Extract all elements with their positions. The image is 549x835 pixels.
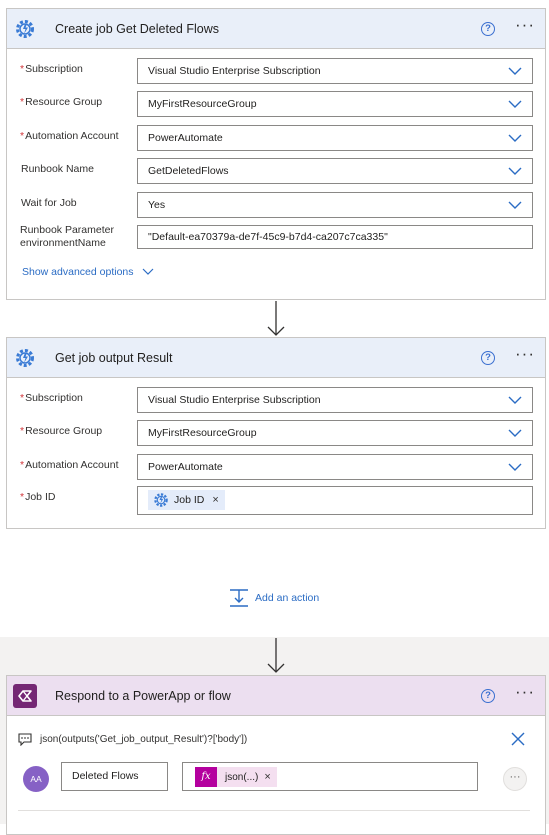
resource-group-dropdown[interactable]: MyFirstResourceGroup: [137, 420, 533, 446]
card-title: Create job Get Deleted Flows: [55, 22, 219, 36]
chevron-down-icon: [508, 201, 522, 209]
chevron-down-icon: [508, 429, 522, 437]
arrow-down-icon: [267, 638, 285, 673]
expression-token-label: json(...): [225, 771, 259, 783]
chevron-down-icon: [508, 67, 522, 75]
automation-account-label: *Automation Account: [20, 130, 119, 142]
chevron-down-icon: [508, 396, 522, 404]
help-icon[interactable]: ?: [481, 689, 495, 703]
runbook-name-label: Runbook Name: [21, 163, 94, 175]
resource-group-row: *Resource Group MyFirstResourceGroup: [7, 91, 547, 117]
job-id-row: *Job ID Job ID ×: [7, 486, 547, 515]
remove-token-icon[interactable]: ×: [264, 771, 276, 783]
automation-gear-icon: [154, 493, 168, 507]
expression-text: json(outputs('Get_job_output_Result')?['…: [40, 734, 248, 745]
card-header[interactable]: Create job Get Deleted Flows ? ···: [7, 9, 545, 49]
job-id-label: *Job ID: [20, 491, 56, 503]
help-icon[interactable]: ?: [481, 351, 495, 365]
automation-account-dropdown[interactable]: PowerAutomate: [137, 454, 533, 480]
resource-group-dropdown[interactable]: MyFirstResourceGroup: [137, 91, 533, 117]
add-an-action-button[interactable]: Add an action: [229, 588, 319, 608]
row-options-button[interactable]: ···: [503, 767, 527, 791]
job-id-token[interactable]: Job ID ×: [148, 490, 225, 510]
runbook-name-row: Runbook Name GetDeletedFlows: [7, 158, 547, 184]
add-action-icon: [230, 589, 248, 607]
card-header[interactable]: Respond to a PowerApp or flow ? ···: [7, 676, 545, 716]
more-options-icon[interactable]: ···: [513, 16, 537, 41]
resource-group-label: *Resource Group: [20, 425, 103, 437]
resource-group-row: *Resource Group MyFirstResourceGroup: [7, 420, 547, 446]
resource-group-label: *Resource Group: [20, 96, 103, 108]
card-get-job-output: Get job output Result ? ··· *Subscriptio…: [6, 337, 546, 529]
card-create-job: Create job Get Deleted Flows ? ··· *Subs…: [6, 8, 546, 300]
subscription-row: *Subscription Visual Studio Enterprise S…: [7, 58, 547, 84]
automation-account-dropdown[interactable]: PowerAutomate: [137, 125, 533, 151]
help-icon[interactable]: ?: [481, 22, 495, 36]
automation-gear-icon: [13, 346, 37, 370]
card-title: Get job output Result: [55, 351, 173, 365]
wait-for-job-row: Wait for Job Yes: [7, 192, 547, 218]
chevron-down-icon: [508, 100, 522, 108]
subscription-row: *Subscription Visual Studio Enterprise S…: [7, 387, 547, 413]
card-header[interactable]: Get job output Result ? ···: [7, 338, 545, 378]
runbook-parameter-row: Runbook Parameter environmentName "Defau…: [7, 224, 547, 249]
automation-gear-icon: [13, 17, 37, 41]
subscription-dropdown[interactable]: Visual Studio Enterprise Subscription: [137, 387, 533, 413]
environment-name-input[interactable]: "Default-ea70379a-de7f-45c9-b7d4-ca207c7…: [137, 225, 533, 249]
close-icon[interactable]: [510, 731, 526, 747]
wait-for-job-dropdown[interactable]: Yes: [137, 192, 533, 218]
output-name-input[interactable]: Deleted Flows: [61, 762, 168, 791]
job-id-token-label: Job ID: [174, 494, 205, 506]
card-title: Respond to a PowerApp or flow: [55, 689, 231, 703]
show-advanced-options-link[interactable]: Show advanced options: [22, 266, 154, 278]
expression-token[interactable]: fx json(...) ×: [195, 767, 277, 787]
runbook-name-dropdown[interactable]: GetDeletedFlows: [137, 158, 533, 184]
chevron-down-icon: [142, 268, 154, 276]
powerapps-icon: [13, 684, 37, 708]
add-an-action-label: Add an action: [255, 592, 320, 604]
automation-account-label: *Automation Account: [20, 459, 119, 471]
automation-account-row: *Automation Account PowerAutomate: [7, 125, 547, 151]
divider: [18, 810, 530, 811]
arrow-down-icon: [267, 301, 285, 336]
runbook-parameter-label: Runbook Parameter environmentName: [20, 224, 114, 249]
subscription-label: *Subscription: [20, 63, 83, 75]
wait-for-job-label: Wait for Job: [21, 197, 77, 209]
card-respond-to-powerapp: Respond to a PowerApp or flow ? ···: [6, 675, 546, 835]
fx-icon: fx: [195, 767, 217, 787]
more-options-icon[interactable]: ···: [513, 345, 537, 370]
comment-icon: [18, 733, 32, 746]
expression-row: json(outputs('Get_job_output_Result')?['…: [18, 733, 538, 746]
subscription-label: *Subscription: [20, 392, 83, 404]
job-id-input[interactable]: Job ID ×: [137, 486, 533, 515]
chevron-down-icon: [508, 463, 522, 471]
chevron-down-icon: [508, 167, 522, 175]
text-output-avatar: AA: [23, 766, 49, 792]
output-value-input[interactable]: fx json(...) ×: [182, 762, 478, 791]
subscription-dropdown[interactable]: Visual Studio Enterprise Subscription: [137, 58, 533, 84]
more-options-icon[interactable]: ···: [513, 683, 537, 708]
chevron-down-icon: [508, 134, 522, 142]
remove-token-icon[interactable]: ×: [212, 488, 218, 512]
automation-account-row: *Automation Account PowerAutomate: [7, 454, 547, 480]
